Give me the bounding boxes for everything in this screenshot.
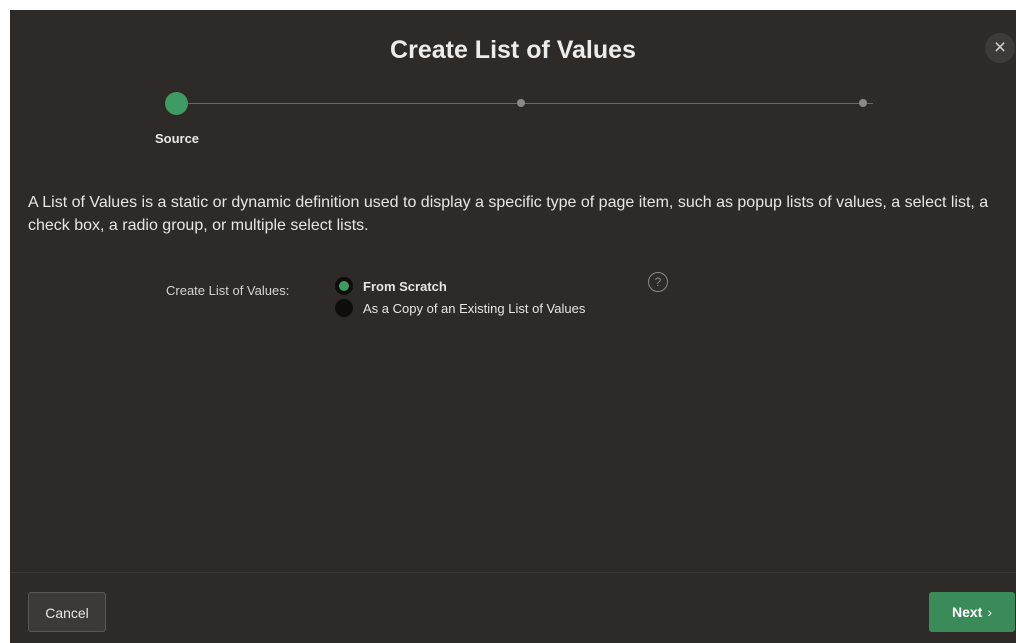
- dialog-title: Create List of Values: [390, 36, 636, 64]
- create-lov-field-label: Create List of Values:: [166, 283, 290, 298]
- close-icon[interactable]: ×: [985, 33, 1015, 63]
- step-1-marker: [165, 92, 188, 115]
- chevron-right-icon: ›: [987, 604, 993, 620]
- next-button-label: Next: [951, 604, 983, 620]
- step-1-label: Source: [154, 131, 200, 146]
- cancel-button[interactable]: Cancel: [28, 592, 106, 632]
- radio-option-label: As a Copy of an Existing List of Values: [363, 301, 586, 316]
- radio-button-checked[interactable]: [335, 277, 353, 295]
- radio-option-label: From Scratch: [363, 279, 447, 294]
- create-lov-dialog: Create List of Values × Source A List of…: [10, 10, 1016, 643]
- wizard-progress: Source: [10, 92, 1016, 152]
- footer-divider: [10, 572, 1016, 573]
- step-2-marker: [517, 99, 525, 107]
- step-3-marker: [859, 99, 867, 107]
- help-icon[interactable]: ?: [648, 272, 668, 292]
- next-button[interactable]: Next ›: [929, 592, 1015, 632]
- dialog-description: A List of Values is a static or dynamic …: [28, 194, 989, 234]
- radio-button-unchecked[interactable]: [335, 299, 353, 317]
